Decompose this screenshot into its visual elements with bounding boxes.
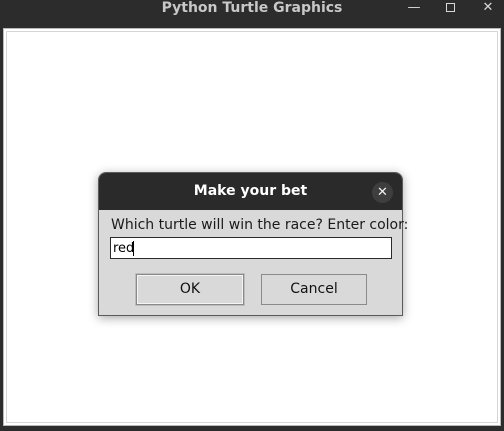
prompt-label: Which turtle will win the race? Enter co… [111, 217, 409, 233]
minimize-button[interactable]: — [400, 0, 428, 18]
cancel-button[interactable]: Cancel [261, 274, 367, 305]
window-title: Python Turtle Graphics [161, 0, 343, 16]
dialog-titlebar[interactable]: Make your bet ✕ [99, 173, 402, 210]
maximize-icon [445, 3, 455, 12]
window-titlebar[interactable]: Python Turtle Graphics — ✕ [0, 0, 504, 24]
close-icon: ✕ [482, 0, 494, 15]
maximize-button[interactable] [436, 0, 464, 18]
minimize-icon: — [407, 0, 421, 15]
bet-dialog: Make your bet ✕ Which turtle will win th… [98, 172, 408, 316]
dialog-close-button[interactable]: ✕ [372, 182, 393, 203]
dialog-title: Make your bet [193, 183, 308, 199]
close-icon: ✕ [377, 185, 388, 200]
ok-button[interactable]: OK [136, 274, 244, 305]
text-caret [133, 241, 134, 256]
turtle-window: Python Turtle Graphics — ✕ Make your bet… [0, 0, 504, 431]
window-close-button[interactable]: ✕ [474, 0, 502, 18]
color-input[interactable] [110, 237, 392, 259]
